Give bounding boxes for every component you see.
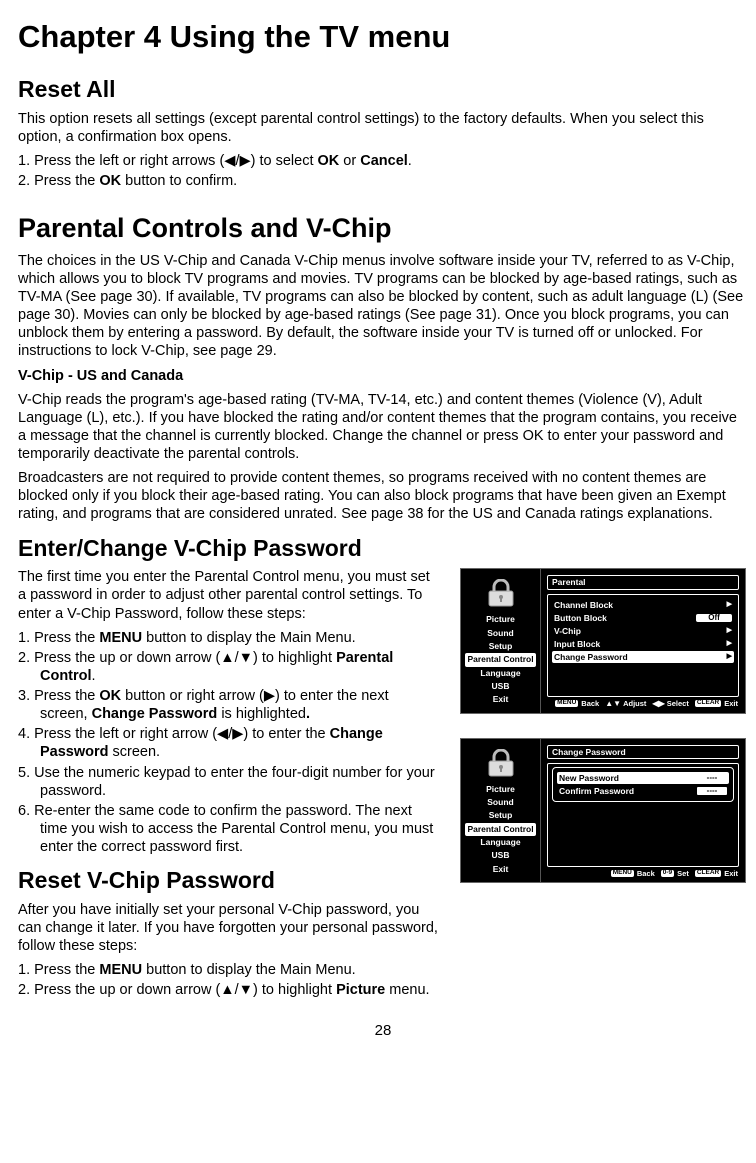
up-down-arrow-icon: ▲/▼ — [220, 982, 253, 998]
menu-parental-control[interactable]: Parental Control — [465, 653, 536, 666]
chevron-right-icon: ▶ — [724, 653, 732, 660]
row-change-password[interactable]: Change Password▶ — [552, 651, 734, 663]
row-vchip[interactable]: V-Chip▶ — [552, 625, 734, 637]
reset-all-para: This option resets all settings (except … — [18, 110, 748, 146]
enter-step5: 5. Use the numeric keypad to enter the f… — [18, 764, 440, 800]
menu-sound[interactable]: Sound — [465, 627, 536, 640]
resetpw-step2: 2. Press the up or down arrow (▲/▼) to h… — [18, 981, 440, 999]
password-field[interactable]: ---- — [697, 774, 727, 782]
menu-usb[interactable]: USB — [465, 849, 536, 862]
menu-setup[interactable]: Setup — [465, 640, 536, 653]
lock-icon — [485, 579, 517, 607]
password-field[interactable]: ---- — [697, 787, 727, 795]
row-button-block[interactable]: Button BlockOff — [552, 612, 734, 624]
hints-bar: MENUBack ▲▼Adjust ◀▶Select CLEARExit — [547, 697, 739, 709]
left-right-arrow-icon: ◀/▶ — [224, 153, 250, 169]
reset-all-heading: Reset All — [18, 75, 748, 104]
panel-title: Change Password — [547, 745, 739, 760]
panel-title: Parental — [547, 575, 739, 590]
enter-step1: 1. Press the MENU button to display the … — [18, 629, 440, 647]
menu-button-icon: MENU — [611, 870, 634, 877]
clear-button-icon: CLEAR — [695, 870, 721, 877]
enter-step2: 2. Press the up or down arrow (▲/▼) to h… — [18, 649, 440, 685]
menu-language[interactable]: Language — [465, 836, 536, 849]
parental-heading: Parental Controls and V-Chip — [18, 212, 748, 246]
right-arrow-icon: ▶ — [264, 688, 275, 704]
row-confirm-password[interactable]: Confirm Password---- — [557, 785, 729, 797]
value-off: Off — [696, 614, 732, 622]
osd-menu-list: Picture Sound Setup Parental Control Lan… — [465, 613, 536, 706]
left-right-arrow-icon: ◀/▶ — [217, 726, 243, 742]
enter-step3: 3. Press the OK button or right arrow (▶… — [18, 687, 440, 723]
osd-change-password-panel: Picture Sound Setup Parental Control Lan… — [460, 738, 746, 883]
menu-exit[interactable]: Exit — [465, 863, 536, 876]
parental-para2: V-Chip reads the program's age-based rat… — [18, 391, 748, 464]
row-channel-block[interactable]: Channel Block▶ — [552, 599, 734, 611]
menu-setup[interactable]: Setup — [465, 809, 536, 822]
vchip-subheading: V-Chip - US and Canada — [18, 367, 748, 385]
parental-para3: Broadcasters are not required to provide… — [18, 469, 748, 523]
menu-exit[interactable]: Exit — [465, 693, 536, 706]
chapter-title: Chapter 4 Using the TV menu — [18, 18, 748, 57]
enter-intro: The first time you enter the Parental Co… — [18, 568, 440, 622]
menu-sound[interactable]: Sound — [465, 796, 536, 809]
updown-icon: ▲▼ — [605, 700, 621, 708]
chevron-right-icon: ▶ — [724, 640, 732, 647]
menu-parental-control[interactable]: Parental Control — [465, 823, 536, 836]
leftright-icon: ◀▶ — [652, 700, 664, 708]
chevron-right-icon: ▶ — [724, 627, 732, 634]
enter-password-heading: Enter/Change V-Chip Password — [18, 534, 748, 563]
enter-step4: 4. Press the left or right arrow (◀/▶) t… — [18, 725, 440, 761]
menu-picture[interactable]: Picture — [465, 783, 536, 796]
enter-step6: 6. Re-enter the same code to confirm the… — [18, 802, 440, 856]
menu-usb[interactable]: USB — [465, 680, 536, 693]
row-new-password[interactable]: New Password---- — [557, 772, 729, 784]
num-button-icon: 0-9 — [661, 870, 674, 877]
hints-bar: MENUBack 0-9Set CLEARExit — [547, 867, 739, 879]
row-input-block[interactable]: Input Block▶ — [552, 638, 734, 650]
clear-button-icon: CLEAR — [695, 700, 721, 707]
up-down-arrow-icon: ▲/▼ — [220, 650, 253, 666]
resetpw-step1: 1. Press the MENU button to display the … — [18, 961, 440, 979]
reset-all-step2: 2. Press the OK button to confirm. — [18, 172, 748, 190]
osd-parental-panel: Picture Sound Setup Parental Control Lan… — [460, 568, 746, 713]
osd-menu-list: Picture Sound Setup Parental Control Lan… — [465, 783, 536, 876]
menu-language[interactable]: Language — [465, 667, 536, 680]
lock-icon — [485, 749, 517, 777]
menu-button-icon: MENU — [555, 700, 578, 707]
parental-para1: The choices in the US V-Chip and Canada … — [18, 252, 748, 361]
reset-password-heading: Reset V-Chip Password — [18, 866, 440, 895]
menu-picture[interactable]: Picture — [465, 613, 536, 626]
chevron-right-icon: ▶ — [724, 601, 732, 608]
page-number: 28 — [18, 1022, 748, 1041]
resetpw-intro: After you have initially set your person… — [18, 901, 440, 955]
reset-all-step1: 1. Press the left or right arrows (◀/▶) … — [18, 152, 748, 170]
